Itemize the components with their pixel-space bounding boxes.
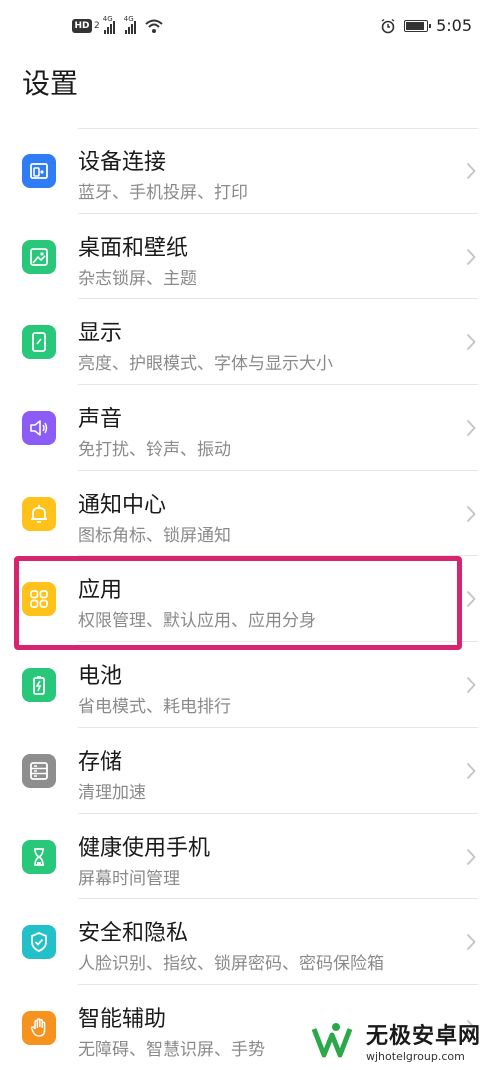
hourglass-icon bbox=[22, 839, 56, 874]
status-right: 5:05 bbox=[380, 16, 472, 35]
sound-icon bbox=[22, 411, 56, 446]
page-title: 设置 bbox=[22, 67, 79, 100]
settings-item-security-privacy[interactable]: 安全和隐私人脸识别、指纹、锁屏密码、密码保险箱 bbox=[0, 899, 500, 985]
chevron-right-icon bbox=[466, 934, 476, 951]
settings-item-apps[interactable]: 应用权限管理、默认应用、应用分身 bbox=[0, 556, 500, 643]
chevron-right-icon bbox=[466, 419, 476, 437]
chevron-right-icon bbox=[466, 162, 476, 180]
hd-voice-icon: HD bbox=[72, 19, 92, 33]
settings-item-subtitle: 权限管理、默认应用、应用分身 bbox=[78, 611, 316, 632]
clock-time: 5:05 bbox=[436, 16, 472, 35]
settings-item-title: 安全和隐私 bbox=[78, 921, 189, 947]
wifi-icon bbox=[144, 18, 164, 34]
settings-item-title: 声音 bbox=[78, 407, 123, 433]
settings-item-subtitle: 屏幕时间管理 bbox=[78, 868, 180, 889]
chevron-right-icon bbox=[466, 591, 476, 608]
notification-icon bbox=[22, 496, 56, 531]
status-bar: HD 2 4G 4G 5:05 bbox=[0, 0, 500, 58]
settings-item-sound[interactable]: 声音免打扰、铃声、振动 bbox=[0, 385, 500, 471]
settings-item-title: 应用 bbox=[78, 578, 123, 604]
hd-sim-number: 2 bbox=[94, 21, 100, 31]
apps-icon bbox=[22, 582, 56, 617]
settings-item-smart-assistance[interactable]: 智能辅助无障碍、智慧识屏、手势 bbox=[0, 985, 500, 1070]
settings-item-notification-center[interactable]: 通知中心图标角标、锁屏通知 bbox=[0, 471, 500, 557]
chevron-right-icon bbox=[466, 677, 476, 694]
hand-icon bbox=[22, 1010, 56, 1045]
battery-icon bbox=[22, 668, 56, 703]
settings-item-display[interactable]: 显示亮度、护眼模式、字体与显示大小 bbox=[0, 299, 500, 386]
battery-icon bbox=[404, 19, 432, 32]
device-connection-icon bbox=[22, 154, 56, 188]
settings-item-battery[interactable]: 电池省电模式、耗电排行 bbox=[0, 642, 500, 728]
shield-icon bbox=[22, 925, 56, 960]
chevron-right-icon bbox=[466, 248, 476, 265]
settings-item-subtitle: 杂志锁屏、主题 bbox=[78, 268, 197, 289]
settings-item-subtitle: 亮度、护眼模式、字体与显示大小 bbox=[78, 354, 333, 375]
chevron-right-icon bbox=[466, 1019, 476, 1036]
settings-item-title: 健康使用手机 bbox=[78, 835, 211, 861]
signal-icon: 4G bbox=[123, 15, 136, 34]
network-type-label: 4G bbox=[123, 15, 134, 23]
settings-item-subtitle: 图标角标、锁屏通知 bbox=[78, 525, 231, 546]
settings-item-title: 电池 bbox=[78, 664, 123, 690]
settings-item-title: 显示 bbox=[78, 321, 123, 347]
chevron-right-icon bbox=[466, 848, 476, 865]
storage-icon bbox=[22, 753, 56, 788]
settings-list: 设备连接蓝牙、手机投屏、打印桌面和壁纸杂志锁屏、主题显示亮度、护眼模式、字体与显… bbox=[0, 128, 500, 1070]
settings-item-title: 桌面和壁纸 bbox=[78, 235, 189, 261]
settings-screen: HD 2 4G 4G 5:05 设置 设备连接 蓝牙、手机投屏、打印 桌面和壁纸… bbox=[0, 0, 500, 1070]
settings-item-title: 存储 bbox=[78, 749, 123, 775]
settings-item-subtitle: 清理加速 bbox=[78, 782, 146, 803]
settings-item-title: 设备连接 bbox=[78, 150, 167, 175]
settings-item-storage[interactable]: 存储 清理加速 bbox=[0, 728, 500, 814]
display-icon bbox=[22, 325, 56, 360]
settings-item-subtitle: 免打扰、铃声、振动 bbox=[78, 440, 231, 461]
settings-item-device-connection[interactable]: 设备连接蓝牙、手机投屏、打印 bbox=[0, 128, 500, 214]
settings-item-digital-balance[interactable]: 健康使用手机屏幕时间管理 bbox=[0, 814, 500, 900]
chevron-right-icon bbox=[466, 762, 476, 779]
settings-item-subtitle: 无障碍、智慧识屏、手势 bbox=[78, 1039, 265, 1060]
chevron-right-icon bbox=[466, 505, 476, 522]
chevron-right-icon bbox=[466, 334, 476, 351]
settings-item-subtitle: 人脸识别、指纹、锁屏密码、密码保险箱 bbox=[78, 954, 384, 975]
settings-item-title: 通知中心 bbox=[78, 492, 167, 518]
settings-item-desktop-wallpaper[interactable]: 桌面和壁纸杂志锁屏、主题 bbox=[0, 214, 500, 300]
settings-item-subtitle: 蓝牙、手机投屏、打印 bbox=[78, 183, 248, 203]
wallpaper-icon bbox=[22, 239, 56, 274]
settings-item-title: 智能辅助 bbox=[78, 1006, 167, 1032]
status-left: HD 2 4G 4G bbox=[72, 15, 164, 34]
network-type-label: 4G bbox=[102, 15, 113, 23]
settings-item-subtitle: 省电模式、耗电排行 bbox=[78, 697, 231, 718]
signal-icon: 4G bbox=[102, 15, 115, 34]
alarm-icon bbox=[380, 18, 396, 34]
